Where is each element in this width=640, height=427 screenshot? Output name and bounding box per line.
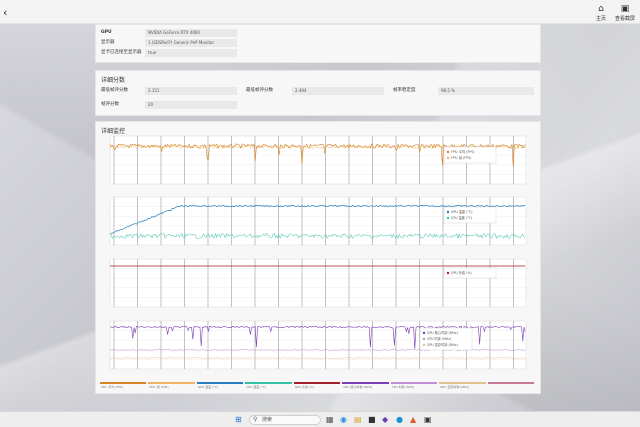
search-input[interactable]: ⚲ 搜索 <box>249 415 321 425</box>
temp-legend-swatch <box>446 210 450 214</box>
clock-legend-label: CPU 时钟 (MHz) <box>427 336 451 341</box>
gpu-value: NVIDIA GeForce RTX 4060 <box>145 29 237 37</box>
series-legend: FPS: 平均 (FPS) FPS: 帧 (FPS) GPU 温度 (°C) CPU … <box>100 382 536 390</box>
start-icon[interactable]: ⊞ <box>235 416 242 424</box>
legend-color-bar <box>148 382 195 384</box>
display-connected-value: true <box>145 49 237 57</box>
clock-legend-label: GPU 显存时钟 (MHz) <box>427 342 458 347</box>
min-frame-score-value-2: 2.494 <box>292 87 384 95</box>
min-frame-score-label: 最低帧评分数 <box>101 88 128 93</box>
min-frame-score-label-2: 最低帧评分数 <box>246 88 273 93</box>
details-title: 详细分数 <box>101 77 126 84</box>
clock-chart: GPU 核心时钟 (MHz) CPU 时钟 (MHz) GPU 显存时钟 (MHz) <box>100 318 536 378</box>
legend-item[interactable]: FPS: 帧 (FPS) <box>148 382 195 390</box>
fps-stability-label: 帧率稳定度 <box>393 88 416 93</box>
view-screenshot-label: 查看截屏 <box>614 16 635 22</box>
fps-chart: FPS: 平均 (FPS) FPS: 帧 (FPS) <box>100 133 536 193</box>
load-legend-swatch <box>446 271 450 275</box>
legend-item-label: CPU 时钟 (MHz) <box>391 385 415 389</box>
app-icon-5[interactable]: ▣ <box>424 416 432 424</box>
app-icon[interactable]: ■ <box>368 416 376 424</box>
gpu-load-chart: GPU 负载 (%) <box>100 256 536 316</box>
legend-color-bar <box>293 382 341 384</box>
load-legend-label: GPU 负载 (%) <box>451 270 472 275</box>
temp-legend-label: GPU 温度 (°C) <box>451 209 472 214</box>
legend-item[interactable]: GPU 温度 (°C) <box>196 382 244 390</box>
gpu-load-chart-svg: GPU 负载 (%) <box>109 258 527 308</box>
edge-icon[interactable]: ◉ <box>340 416 347 424</box>
legend-item-label: CPU 温度 (°C) <box>246 385 267 389</box>
legend-color-bar <box>342 382 389 384</box>
search-icon: ⚲ <box>253 416 258 423</box>
monitor-value: 1.(SDSPull?) Generic PnP Monitor <box>145 39 237 47</box>
legend-item[interactable]: FPS: 平均 (FPS) <box>100 382 147 390</box>
clock-legend-swatch <box>422 331 426 335</box>
fps-chart-svg: FPS: 平均 (FPS)FPS: 帧 (FPS) <box>109 135 527 185</box>
legend-color-bar <box>196 382 244 384</box>
fps-legend-label: FPS: 平均 (FPS) <box>451 149 475 154</box>
legend-color-bar <box>439 382 486 384</box>
clock-legend-label: GPU 核心时钟 (MHz) <box>427 330 458 335</box>
app-icon-4[interactable]: ▲ <box>410 416 416 424</box>
legend-item-label: FPS: 平均 (FPS) <box>101 385 124 389</box>
gpu-label: GPU <box>101 30 112 35</box>
fps-legend-swatch <box>446 156 450 160</box>
legend-color-bar <box>245 382 292 384</box>
app-icon-3[interactable]: ● <box>396 416 403 424</box>
min-frame-score-value: 2.151 <box>145 87 237 95</box>
fps-legend-swatch <box>446 150 450 154</box>
fps-stability-value: 98.5 % <box>438 87 534 95</box>
file-explorer-icon[interactable]: ▤ <box>354 416 362 424</box>
legend-item[interactable]: GPU 负载 (%) <box>293 382 341 390</box>
legend-item[interactable]: GPU 显存时钟 (MHz) <box>439 382 486 390</box>
display-connected-label: 显卡已连接至显示器 <box>101 50 142 55</box>
home-button[interactable]: ⌂ 主页 <box>588 5 614 23</box>
title-bar: ‹ ⌂ 主页 ▣ 查看截屏 <box>0 0 640 24</box>
taskbar: ⊞ ⚲ 搜索 ▦ ◉ ▤ ■ ◆ ● ▲ ▣ <box>0 411 640 427</box>
legend-color-bar <box>390 382 438 384</box>
legend-item[interactable]: CPU 时钟 (MHz) <box>390 382 438 390</box>
back-arrow-icon[interactable]: ‹ <box>3 7 7 18</box>
legend-item[interactable]: CPU 温度 (°C) <box>245 382 292 390</box>
legend-color-bar <box>487 382 534 384</box>
legend-item-label: GPU 核心时钟 (MHz) <box>343 385 373 389</box>
legend-item-label: GPU 显存时钟 (MHz) <box>440 385 470 389</box>
view-screenshot-button[interactable]: ▣ 查看截屏 <box>612 5 638 23</box>
frame-score-value: 20 <box>145 101 237 109</box>
temperature-chart-svg: GPU 温度 (°C)CPU 温度 (°C) <box>109 196 527 246</box>
legend-item-label: FPS: 帧 (FPS) <box>149 385 169 389</box>
screenshot-icon: ▣ <box>620 4 630 14</box>
clock-legend-swatch <box>422 337 426 341</box>
hardware-panel: GPU NVIDIA GeForce RTX 4060 显示器 1.(SDSPu… <box>95 24 541 63</box>
frame-score-label: 帧评分数 <box>101 102 119 107</box>
monitor-label: 显示器 <box>101 40 115 45</box>
clock-legend-swatch <box>422 343 426 347</box>
legend-item-label: GPU 温度 (°C) <box>197 385 219 389</box>
app-icon-2[interactable]: ◆ <box>382 416 388 424</box>
task-view-icon[interactable]: ▦ <box>326 416 334 424</box>
search-placeholder: 搜索 <box>262 417 273 423</box>
temperature-chart: GPU 温度 (°C) CPU 温度 (°C) <box>100 194 536 254</box>
legend-item[interactable]: GPU 核心时钟 (MHz) <box>342 382 389 390</box>
home-label: 主页 <box>595 16 606 22</box>
home-icon: ⌂ <box>598 4 604 14</box>
fps-legend-label: FPS: 帧 (FPS) <box>451 155 471 160</box>
legend-color-bar <box>100 382 147 384</box>
temp-legend-label: CPU 温度 (°C) <box>451 215 472 220</box>
clock-chart-svg: GPU 核心时钟 (MHz)CPU 时钟 (MHz)GPU 显存时钟 (MHz) <box>109 320 527 370</box>
legend-item[interactable] <box>487 382 534 390</box>
legend-item-label: GPU 负载 (%) <box>294 385 315 389</box>
temp-legend-swatch <box>446 216 450 220</box>
details-panel: 详细分数 最低帧评分数 2.151 最低帧评分数 2.494 帧率稳定度 98.… <box>95 70 541 116</box>
